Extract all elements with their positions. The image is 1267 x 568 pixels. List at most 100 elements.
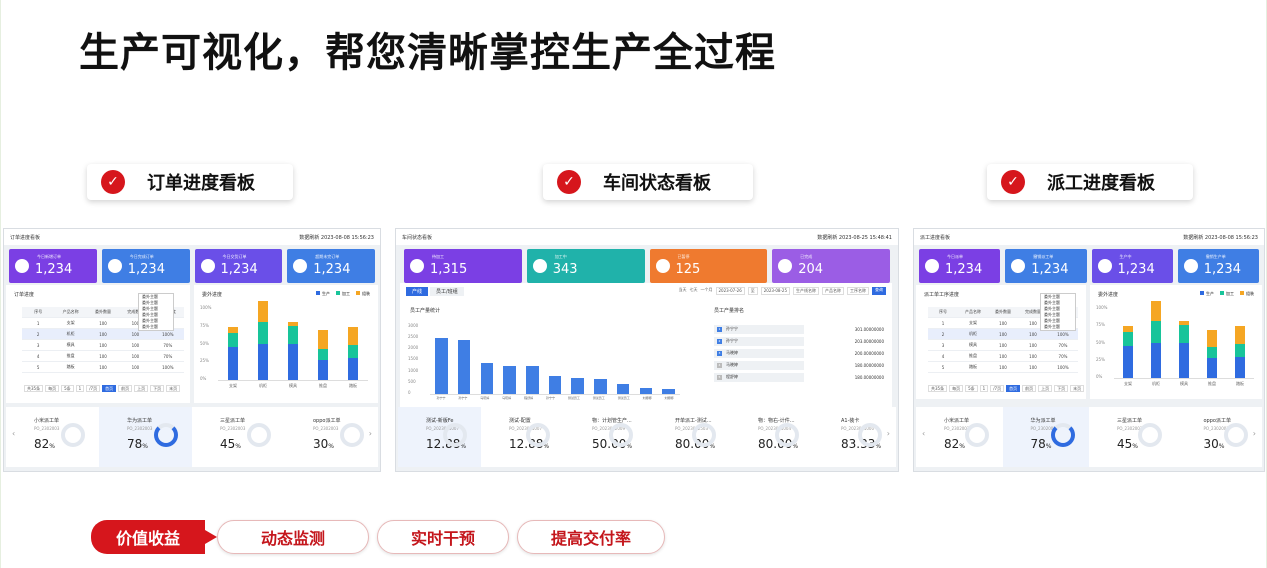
gauge-card[interactable]: 三星派工单 PO_2302003 45% [1089, 407, 1176, 467]
filter-item[interactable]: 2023-07-26 [715, 287, 745, 295]
table-row[interactable]: 5 踏板 100 100 100% [928, 362, 1078, 373]
table-cell: 踏板 [969, 364, 977, 369]
table-cell: 100 [99, 342, 107, 348]
pager-item[interactable]: 首页 [102, 385, 117, 392]
gauge-card[interactable]: 小米派工单 PO_2302003 82% [6, 407, 99, 467]
legend-swatch [356, 291, 360, 295]
table-row[interactable]: 4 推盘 100 100 70% [928, 351, 1078, 362]
pager-item[interactable]: 末页 [1070, 385, 1085, 392]
gauge-card[interactable]: 物：物右-计件... PO_2023081004 80.00% [730, 407, 813, 467]
table-cell: 1 [941, 320, 945, 326]
pager-item[interactable]: 每页 [45, 385, 60, 392]
bar-segment [258, 321, 268, 344]
table-cell: 70% [163, 342, 173, 348]
pager-item[interactable]: 1 [979, 385, 989, 392]
page: 生产可视化，帮您清晰掌控生产全过程 ✓ 订单进度看板 ✓ 车间状态看板 ✓ 派工… [0, 0, 1267, 568]
gauge-card[interactable]: 三星派工单 PO_2302003 45% [192, 407, 285, 467]
ranking-name: 马晓婷 [726, 362, 738, 367]
bar-segment [1207, 347, 1217, 359]
gauge-card[interactable]: 测试-配置 PO_2023081007 12.88% [481, 407, 564, 467]
table-cell: 机柜 [66, 331, 75, 336]
gauge-card[interactable]: 测试-新版Fe PO_2023081007 12.88% [398, 407, 481, 467]
card-title: 派工单工序进度 [924, 292, 960, 298]
kpi-card: 撤销生产单 1,234 [1177, 249, 1259, 283]
filter-item[interactable]: 工序名称 [847, 287, 869, 295]
ranking-list: 1 孙宁宁 301.00000000 2 孙宁宁 203.00000000 3 马晓婷 200.… [714, 323, 884, 383]
legend-swatch [336, 291, 340, 295]
gauge-card[interactable]: oppo派工单 PO_2302003 30% [1176, 407, 1263, 467]
filter-item[interactable]: 生产线名称 [793, 287, 819, 295]
pager-item[interactable]: 1 [75, 385, 85, 392]
x-tick-label: 机柜 [259, 383, 267, 388]
gauge-card[interactable]: 开单派工-测试... PO_2023082503 80.00% [647, 407, 730, 467]
theme-dropdown[interactable]: 委外主题 委外主题 委外主题 委外主题 委外主题 委外主题 [1040, 293, 1076, 331]
pager-item[interactable]: 前页 [1022, 385, 1037, 392]
pager-item[interactable]: 共35条 [928, 385, 948, 392]
workshop-main-card: 产线 员工/班组 当天 七天 一个月 2023-07-26 至 2023-08-25 生产线… [400, 283, 892, 407]
table-cell: 模具 [969, 342, 977, 347]
pager-item[interactable]: 上页 [134, 385, 149, 392]
filter-item[interactable]: 当天 [679, 287, 687, 295]
pager-item[interactable]: 5条 [61, 385, 74, 392]
tab-line[interactable]: 产线 [406, 287, 429, 296]
column-header: 产品名称 [965, 309, 981, 314]
order-progress-card: 订单进度 序号产品名称委外数量完成数量委外进度1支架100100100%2机柜1… [6, 285, 190, 403]
pager-item[interactable]: 下页 [1054, 385, 1069, 392]
table-row[interactable]: 5 踏板 100 100 100% [22, 362, 184, 373]
x-tick-label: 测试员工 [617, 396, 630, 400]
filter-item[interactable]: 查询 [872, 287, 886, 295]
theme-dropdown[interactable]: 委外主题 委外主题 委外主题 委外主题 委外主题 委外主题 [138, 293, 174, 331]
filter-item[interactable]: 2023-08-25 [760, 287, 790, 295]
bar-segment [1179, 321, 1189, 326]
pager-item[interactable]: 前页 [118, 385, 133, 392]
filter-item[interactable]: 产品名称 [822, 287, 844, 295]
filter-item[interactable]: 至 [747, 287, 758, 295]
legend-swatch [1240, 291, 1244, 295]
x-tick-label: 孙宁宁 [458, 396, 468, 400]
table-cell: 100 [131, 353, 140, 359]
gauge-card[interactable]: 华为派工单 PO_2302003 78% [1002, 407, 1089, 467]
gauge-unit: % [959, 443, 965, 450]
pager-item[interactable]: 首页 [1006, 385, 1021, 392]
gauge-card[interactable]: oppo派工单 PO_2302003 30% [285, 407, 378, 467]
bar-segment [348, 358, 358, 380]
kpi-value: 1,234 [1203, 261, 1241, 277]
panel-title: 订单进度看板 [10, 234, 41, 241]
y-tick-label: 1500 [408, 356, 419, 362]
table-row[interactable]: 4 推盘 100 100 70% [22, 351, 184, 362]
bar-segment [318, 348, 328, 360]
bar-segment [258, 343, 268, 380]
pager-item[interactable]: 共35条 [24, 385, 44, 392]
chevron-right-icon[interactable]: › [1253, 429, 1256, 438]
tab-staff[interactable]: 员工/班组 [430, 287, 464, 296]
legend-item: 加工 [336, 291, 350, 297]
filter-item[interactable]: 一个月 [701, 287, 713, 295]
x-tick-label: 模具 [1180, 381, 1188, 386]
table-row[interactable]: 3 模具 100 100 70% [928, 340, 1078, 351]
bar-segment [1179, 342, 1189, 378]
pager-item[interactable]: 5条 [965, 385, 978, 392]
chevron-right-icon[interactable]: › [887, 429, 890, 438]
chevron-right-icon[interactable]: › [369, 429, 372, 438]
filter-item[interactable]: 七天 [690, 287, 698, 295]
pager-item[interactable]: 末页 [166, 385, 181, 392]
gauge-card[interactable]: 小米派工单 PO_2302003 82% [916, 407, 1003, 467]
gauge-card[interactable]: 华为派工单 PO_2302003 78% [99, 407, 192, 467]
dropdown-option[interactable]: 委外主题 [139, 324, 173, 330]
pager-item[interactable]: /7页 [990, 385, 1005, 392]
pager-item[interactable]: /7页 [86, 385, 101, 392]
x-tick-label: 踏板 [1236, 381, 1244, 386]
gauge-card[interactable]: A1-装卡 PO_2023081000 83.33% [813, 407, 896, 467]
kpi-card: 今日新增订单 1,234 [9, 249, 97, 283]
ranking-name: 孙宁宁 [726, 338, 738, 343]
pager-item[interactable]: 下页 [150, 385, 165, 392]
gauge-unit: % [49, 443, 55, 450]
gauge-card[interactable]: 物：计划管生产... PO_2023082009 50.00% [564, 407, 647, 467]
y-tick-label: 1000 [408, 367, 419, 373]
table-row[interactable]: 3 模具 100 100 70% [22, 340, 184, 351]
pager-item[interactable]: 每页 [949, 385, 964, 392]
y-tick-label: 0 [408, 389, 411, 395]
pager-item[interactable]: 上页 [1038, 385, 1053, 392]
x-tick-label: 马晓婷 [480, 396, 490, 400]
dropdown-option[interactable]: 委外主题 [1041, 324, 1075, 330]
